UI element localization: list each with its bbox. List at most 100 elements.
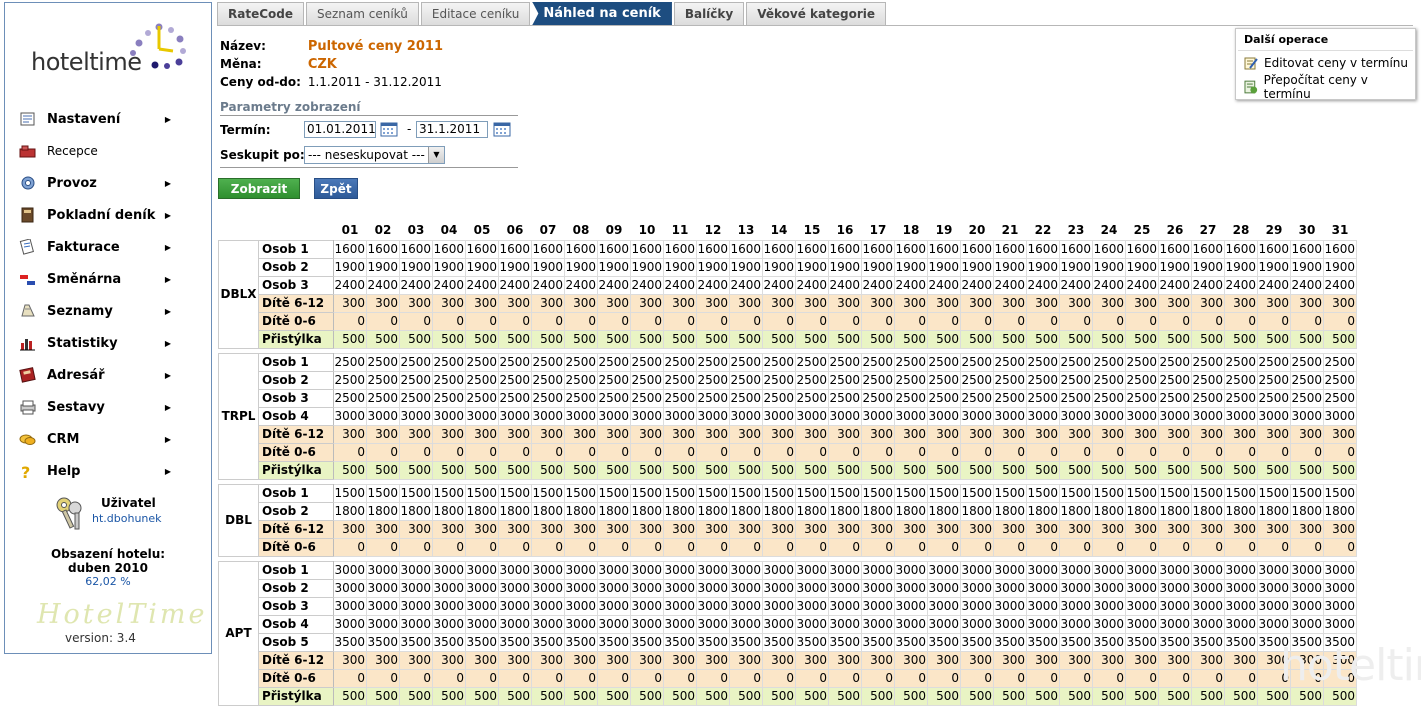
tab-editace-ceniku[interactable]: Editace ceníku xyxy=(420,2,531,25)
price-cell: 3000 xyxy=(663,596,697,616)
submenu-arrow-icon: ▶ xyxy=(164,178,171,188)
more-operations-title: Další operace xyxy=(1238,29,1413,51)
menu-item-crm[interactable]: CRM ▶ xyxy=(5,423,211,455)
occupancy-label: Osob 1 xyxy=(258,239,334,259)
occupancy-label: Osob 2 xyxy=(258,578,334,598)
recalculate-prices-link[interactable]: Přepočítat ceny v termínu xyxy=(1236,73,1415,101)
price-cell: 3000 xyxy=(828,406,862,426)
price-cell: 2500 xyxy=(1059,388,1093,408)
price-cell: 0 xyxy=(993,442,1027,462)
price-cell: 3000 xyxy=(993,596,1027,616)
price-cell: 300 xyxy=(1257,519,1291,539)
price-cell: 1800 xyxy=(762,501,796,521)
group-by-select[interactable]: --- neseskupovat --- ▼ xyxy=(304,146,445,164)
price-cell: 3000 xyxy=(1125,596,1159,616)
hoteltime-logo[interactable]: hoteltime xyxy=(31,21,196,81)
submenu-arrow-icon: ▶ xyxy=(164,434,171,444)
price-cell: 500 xyxy=(1026,460,1060,480)
price-cell: 3000 xyxy=(1026,596,1060,616)
price-cell: 0 xyxy=(366,442,400,462)
price-cell: 1600 xyxy=(828,239,862,259)
show-button[interactable]: Zobrazit xyxy=(218,178,300,199)
calendar-icon[interactable] xyxy=(380,121,398,137)
price-cell: 3000 xyxy=(630,578,664,598)
price-cell: 3000 xyxy=(1290,560,1324,580)
menu-item-sestavy[interactable]: Sestavy ▶ xyxy=(5,391,211,423)
date-to-input[interactable]: 31.1.2011 xyxy=(416,121,488,138)
price-cell: 3500 xyxy=(861,632,895,652)
price-cell: 500 xyxy=(1191,686,1225,706)
menu-item-adresar[interactable]: Adresář ▶ xyxy=(5,359,211,391)
price-cell: 1900 xyxy=(1158,257,1192,277)
price-cell: 1800 xyxy=(1059,501,1093,521)
price-cell: 500 xyxy=(1125,460,1159,480)
back-button[interactable]: Zpět xyxy=(314,178,358,199)
price-cell: 1600 xyxy=(1191,239,1225,259)
price-cell: 1900 xyxy=(531,257,565,277)
tab-balicky[interactable]: Balíčky xyxy=(673,2,745,25)
menu-item-seznamy[interactable]: Seznamy ▶ xyxy=(5,295,211,327)
calendar-icon[interactable] xyxy=(493,121,511,137)
price-cell: 2500 xyxy=(531,352,565,372)
price-cell: 2500 xyxy=(1257,388,1291,408)
price-cell: 3500 xyxy=(366,632,400,652)
price-cell: 1900 xyxy=(828,257,862,277)
occupancy-title-line1: Obsazení hotelu: xyxy=(50,547,166,561)
occupancy-label: Osob 1 xyxy=(258,560,334,580)
occupancy-label: Osob 3 xyxy=(258,388,334,408)
price-cell: 3000 xyxy=(927,578,961,598)
occupancy-value: 62,02 % xyxy=(85,575,131,588)
price-cell: 3000 xyxy=(1125,578,1159,598)
occupancy-label: Osob 2 xyxy=(258,257,334,277)
price-cell: 1600 xyxy=(993,239,1027,259)
price-cell: 1500 xyxy=(531,483,565,503)
menu-item-recepce[interactable]: Recepce xyxy=(5,135,211,167)
price-cell: 300 xyxy=(1224,519,1258,539)
date-from-input[interactable]: 01.01.2011 xyxy=(304,121,376,138)
menu-item-fakturace[interactable]: Fakturace ▶ xyxy=(5,231,211,263)
menu-item-statistiky[interactable]: Statistiky ▶ xyxy=(5,327,211,359)
price-cell: 300 xyxy=(762,519,796,539)
price-cell: 300 xyxy=(432,293,466,313)
price-cell: 3000 xyxy=(696,578,730,598)
price-cell: 1600 xyxy=(1026,239,1060,259)
price-cell: 3000 xyxy=(795,560,829,580)
price-cell: 3000 xyxy=(498,560,532,580)
price-cell: 1600 xyxy=(1059,239,1093,259)
price-cell: 2500 xyxy=(399,388,433,408)
price-cell: 1800 xyxy=(399,501,433,521)
user-name[interactable]: ht.dbohunek xyxy=(92,512,162,525)
menu-item-help[interactable]: ? Help ▶ xyxy=(5,455,211,487)
tab-vekove-kategorie[interactable]: Věkové kategorie xyxy=(746,2,886,25)
menu-item-provoz[interactable]: Provoz ▶ xyxy=(5,167,211,199)
menu-item-nastaveni[interactable]: Nastavení ▶ xyxy=(5,103,211,135)
tab-nahled-na-cenik[interactable]: Náhled na ceník xyxy=(532,2,672,25)
price-cell: 3000 xyxy=(696,596,730,616)
day-header: 20 xyxy=(968,223,986,238)
price-cell: 2400 xyxy=(993,275,1027,295)
price-cell: 2500 xyxy=(729,388,763,408)
menu-item-smenarna[interactable]: Směnárna ▶ xyxy=(5,263,211,295)
price-cell: 300 xyxy=(564,650,598,670)
price-cell: 1900 xyxy=(729,257,763,277)
price-cell: 500 xyxy=(399,686,433,706)
price-row: Osob 2 1800 1800 1800 1800 1800 1800 1800 1800 18… xyxy=(219,501,1357,521)
price-row: Dítě 0-6 0 0 0 0 0 0 0 0 0 0 0 0 0 0 0 0 0 0 0 0 0 0 0 0 0 0 0 0 0 0 0 xyxy=(219,311,1357,331)
price-cell: 2400 xyxy=(894,275,928,295)
price-cell: 3000 xyxy=(696,560,730,580)
tab-seznam-ceniku[interactable]: Seznam ceníků xyxy=(306,2,419,25)
price-cell: 500 xyxy=(1290,686,1324,706)
menu-item-pokladni-denik[interactable]: Pokladní deník ▶ xyxy=(5,199,211,231)
price-cell: 3000 xyxy=(1224,614,1258,634)
crm-icon xyxy=(19,434,36,445)
tab-ratecode[interactable]: RateCode xyxy=(217,2,304,25)
price-cell: 3000 xyxy=(1257,578,1291,598)
chevron-down-icon[interactable]: ▼ xyxy=(428,147,444,163)
edit-prices-link[interactable]: Editovat ceny v termínu xyxy=(1236,51,1415,75)
price-row: TRPL Osob 1 2500 2500 2500 2500 2500 2500 2500 25… xyxy=(218,352,1357,480)
svg-text:?: ? xyxy=(21,463,30,479)
price-cell: 1900 xyxy=(663,257,697,277)
price-cell: 3000 xyxy=(663,560,697,580)
price-cell: 500 xyxy=(762,686,796,706)
price-cell: 2500 xyxy=(498,370,532,390)
